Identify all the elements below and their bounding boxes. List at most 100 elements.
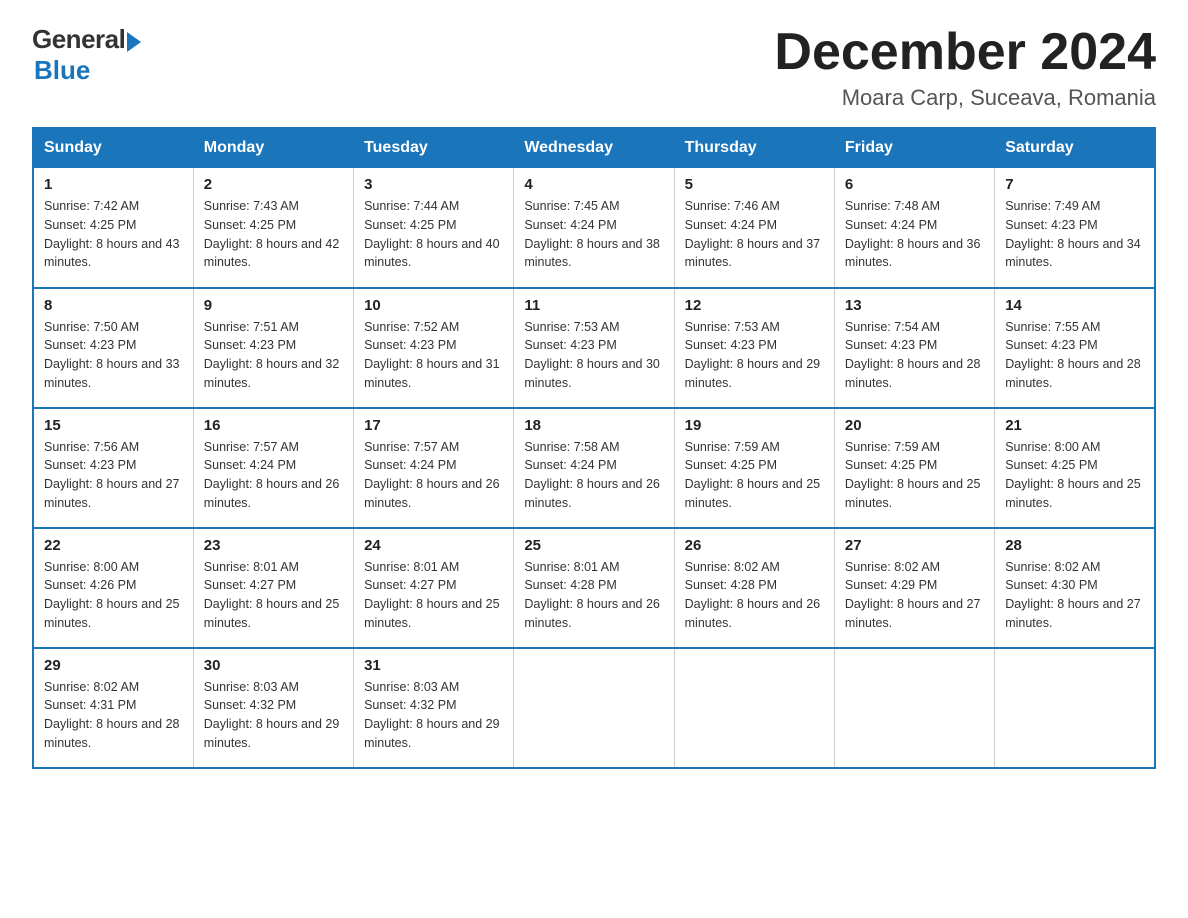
calendar-cell: 20 Sunrise: 7:59 AMSunset: 4:25 PMDayligh… [834, 408, 994, 528]
day-info: Sunrise: 7:57 AMSunset: 4:24 PMDaylight:… [204, 438, 343, 513]
day-number: 17 [364, 417, 503, 434]
calendar-cell: 2 Sunrise: 7:43 AMSunset: 4:25 PMDaylight… [193, 168, 353, 288]
day-info: Sunrise: 8:01 AMSunset: 4:27 PMDaylight:… [364, 558, 503, 633]
day-number: 13 [845, 297, 984, 314]
column-header-wednesday: Wednesday [514, 128, 674, 168]
calendar-week-row: 29 Sunrise: 8:02 AMSunset: 4:31 PMDayligh… [33, 648, 1155, 768]
calendar-week-row: 8Sunrise: 7:50 AMSunset: 4:23 PMDaylight… [33, 288, 1155, 408]
day-info: Sunrise: 7:59 AMSunset: 4:25 PMDaylight:… [685, 438, 824, 513]
day-number: 25 [524, 537, 663, 554]
calendar-cell: 3 Sunrise: 7:44 AMSunset: 4:25 PMDaylight… [354, 168, 514, 288]
calendar-cell: 16 Sunrise: 7:57 AMSunset: 4:24 PMDayligh… [193, 408, 353, 528]
day-number: 21 [1005, 417, 1144, 434]
day-number: 9 [204, 297, 343, 314]
day-info: Sunrise: 7:55 AMSunset: 4:23 PMDaylight:… [1005, 318, 1144, 393]
day-number: 22 [44, 537, 183, 554]
calendar-cell: 19 Sunrise: 7:59 AMSunset: 4:25 PMDayligh… [674, 408, 834, 528]
day-info: Sunrise: 7:43 AMSunset: 4:25 PMDaylight:… [204, 197, 343, 272]
calendar-cell: 15 Sunrise: 7:56 AMSunset: 4:23 PMDayligh… [33, 408, 193, 528]
calendar-table: SundayMondayTuesdayWednesdayThursdayFrid… [32, 127, 1156, 769]
day-info: Sunrise: 7:57 AMSunset: 4:24 PMDaylight:… [364, 438, 503, 513]
column-header-tuesday: Tuesday [354, 128, 514, 168]
calendar-cell [674, 648, 834, 768]
day-number: 16 [204, 417, 343, 434]
calendar-cell: 8Sunrise: 7:50 AMSunset: 4:23 PMDaylight… [33, 288, 193, 408]
calendar-cell: 27Sunrise: 8:02 AMSunset: 4:29 PMDayligh… [834, 528, 994, 648]
day-info: Sunrise: 7:59 AMSunset: 4:25 PMDaylight:… [845, 438, 984, 513]
calendar-cell: 5Sunrise: 7:46 AMSunset: 4:24 PMDaylight… [674, 168, 834, 288]
day-number: 12 [685, 297, 824, 314]
calendar-cell: 23 Sunrise: 8:01 AMSunset: 4:27 PMDayligh… [193, 528, 353, 648]
day-number: 15 [44, 417, 183, 434]
calendar-cell: 21 Sunrise: 8:00 AMSunset: 4:25 PMDayligh… [995, 408, 1155, 528]
column-header-monday: Monday [193, 128, 353, 168]
day-number: 11 [524, 297, 663, 314]
calendar-header-row: SundayMondayTuesdayWednesdayThursdayFrid… [33, 128, 1155, 168]
calendar-week-row: 22 Sunrise: 8:00 AMSunset: 4:26 PMDayligh… [33, 528, 1155, 648]
calendar-cell: 26 Sunrise: 8:02 AMSunset: 4:28 PMDayligh… [674, 528, 834, 648]
day-number: 10 [364, 297, 503, 314]
day-number: 26 [685, 537, 824, 554]
calendar-cell: 13 Sunrise: 7:54 AMSunset: 4:23 PMDayligh… [834, 288, 994, 408]
calendar-cell: 6 Sunrise: 7:48 AMSunset: 4:24 PMDaylight… [834, 168, 994, 288]
column-header-sunday: Sunday [33, 128, 193, 168]
calendar-cell [514, 648, 674, 768]
calendar-cell: 22 Sunrise: 8:00 AMSunset: 4:26 PMDayligh… [33, 528, 193, 648]
calendar-week-row: 1Sunrise: 7:42 AMSunset: 4:25 PMDaylight… [33, 168, 1155, 288]
day-number: 19 [685, 417, 824, 434]
title-section: December 2024 Moara Carp, Suceava, Roman… [774, 24, 1156, 111]
day-info: Sunrise: 7:49 AMSunset: 4:23 PMDaylight:… [1005, 197, 1144, 272]
day-number: 1 [44, 176, 183, 193]
day-info: Sunrise: 7:53 AMSunset: 4:23 PMDaylight:… [524, 318, 663, 393]
day-info: Sunrise: 7:44 AMSunset: 4:25 PMDaylight:… [364, 197, 503, 272]
day-info: Sunrise: 7:46 AMSunset: 4:24 PMDaylight:… [685, 197, 824, 272]
day-info: Sunrise: 7:54 AMSunset: 4:23 PMDaylight:… [845, 318, 984, 393]
calendar-cell: 7 Sunrise: 7:49 AMSunset: 4:23 PMDaylight… [995, 168, 1155, 288]
day-info: Sunrise: 8:01 AMSunset: 4:27 PMDaylight:… [204, 558, 343, 633]
column-header-thursday: Thursday [674, 128, 834, 168]
day-number: 27 [845, 537, 984, 554]
calendar-cell: 18 Sunrise: 7:58 AMSunset: 4:24 PMDayligh… [514, 408, 674, 528]
day-info: Sunrise: 7:53 AMSunset: 4:23 PMDaylight:… [685, 318, 824, 393]
day-info: Sunrise: 7:52 AMSunset: 4:23 PMDaylight:… [364, 318, 503, 393]
day-number: 20 [845, 417, 984, 434]
subtitle: Moara Carp, Suceava, Romania [774, 85, 1156, 111]
day-number: 23 [204, 537, 343, 554]
calendar-week-row: 15 Sunrise: 7:56 AMSunset: 4:23 PMDayligh… [33, 408, 1155, 528]
day-number: 6 [845, 176, 984, 193]
day-info: Sunrise: 7:56 AMSunset: 4:23 PMDaylight:… [44, 438, 183, 513]
calendar-cell: 4Sunrise: 7:45 AMSunset: 4:24 PMDaylight… [514, 168, 674, 288]
day-number: 8 [44, 297, 183, 314]
day-info: Sunrise: 8:01 AMSunset: 4:28 PMDaylight:… [524, 558, 663, 633]
day-info: Sunrise: 8:00 AMSunset: 4:26 PMDaylight:… [44, 558, 183, 633]
calendar-cell: 14Sunrise: 7:55 AMSunset: 4:23 PMDayligh… [995, 288, 1155, 408]
day-info: Sunrise: 8:03 AMSunset: 4:32 PMDaylight:… [204, 678, 343, 753]
day-number: 29 [44, 657, 183, 674]
calendar-cell: 29 Sunrise: 8:02 AMSunset: 4:31 PMDayligh… [33, 648, 193, 768]
day-info: Sunrise: 8:00 AMSunset: 4:25 PMDaylight:… [1005, 438, 1144, 513]
day-info: Sunrise: 7:51 AMSunset: 4:23 PMDaylight:… [204, 318, 343, 393]
day-number: 31 [364, 657, 503, 674]
day-info: Sunrise: 8:02 AMSunset: 4:28 PMDaylight:… [685, 558, 824, 633]
column-header-friday: Friday [834, 128, 994, 168]
day-info: Sunrise: 7:58 AMSunset: 4:24 PMDaylight:… [524, 438, 663, 513]
day-info: Sunrise: 8:02 AMSunset: 4:30 PMDaylight:… [1005, 558, 1144, 633]
logo-general-text: General [32, 24, 125, 55]
calendar-cell: 28Sunrise: 8:02 AMSunset: 4:30 PMDayligh… [995, 528, 1155, 648]
day-info: Sunrise: 7:45 AMSunset: 4:24 PMDaylight:… [524, 197, 663, 272]
logo-arrow-icon [127, 32, 141, 52]
day-number: 30 [204, 657, 343, 674]
day-info: Sunrise: 7:48 AMSunset: 4:24 PMDaylight:… [845, 197, 984, 272]
day-number: 3 [364, 176, 503, 193]
calendar-cell: 25 Sunrise: 8:01 AMSunset: 4:28 PMDayligh… [514, 528, 674, 648]
day-info: Sunrise: 8:02 AMSunset: 4:31 PMDaylight:… [44, 678, 183, 753]
logo: General Blue [32, 24, 141, 86]
calendar-cell: 31Sunrise: 8:03 AMSunset: 4:32 PMDayligh… [354, 648, 514, 768]
day-number: 18 [524, 417, 663, 434]
calendar-cell: 12 Sunrise: 7:53 AMSunset: 4:23 PMDayligh… [674, 288, 834, 408]
page-header: General Blue December 2024 Moara Carp, S… [32, 24, 1156, 111]
calendar-cell [834, 648, 994, 768]
day-number: 2 [204, 176, 343, 193]
day-number: 7 [1005, 176, 1144, 193]
calendar-cell: 9 Sunrise: 7:51 AMSunset: 4:23 PMDaylight… [193, 288, 353, 408]
